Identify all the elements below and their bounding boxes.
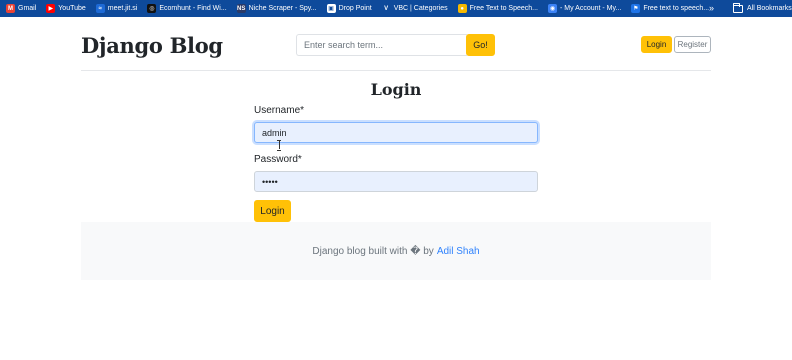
bookmark-item[interactable]: ▣ Drop Point [326, 4, 372, 13]
bookmark-list: M Gmail ▶ YouTube ≈ meet.jit.si ◎ Ecomhunt - Fi… [6, 4, 719, 13]
all-bookmarks-label: All Bookmarks [747, 5, 792, 12]
search-input[interactable] [296, 34, 467, 56]
ecomhunt-icon: ◎ [147, 4, 157, 13]
bookmark-label: - My Account - My... [560, 5, 622, 12]
bookmark-label: meet.jit.si [107, 5, 138, 12]
nav-register-button[interactable]: Register [674, 36, 711, 53]
login-submit-button[interactable]: Login [254, 200, 291, 222]
vbc-icon: V [381, 4, 391, 13]
bookmark-item[interactable]: ▶ YouTube [46, 4, 86, 13]
password-label: Password* [254, 154, 302, 165]
bookmark-item[interactable]: NS Niche Scraper - Spy... [236, 4, 317, 13]
account-icon: ◉ [548, 4, 557, 13]
author-link[interactable]: Adil Shah [437, 246, 480, 257]
bookmark-item[interactable]: ◎ Ecomhunt - Find Wi... [147, 4, 227, 13]
speech-icon: ⚑ [631, 4, 641, 13]
page-title: Login [370, 80, 422, 99]
bookmark-label: Drop Point [338, 5, 372, 12]
bookmark-label: Free Text to Speech... [469, 5, 538, 12]
site-footer: Django blog built with � by Adil Shah [81, 222, 711, 280]
bookmark-item[interactable]: ◉ - My Account - My... [548, 4, 621, 13]
niche-scraper-icon: NS [236, 4, 246, 13]
gmail-icon: M [6, 4, 15, 13]
bookmark-label: YouTube [58, 5, 86, 12]
password-field[interactable]: ••••• [254, 171, 538, 192]
header-divider [81, 70, 711, 71]
jitsi-icon: ≈ [95, 4, 105, 13]
bookmark-item[interactable]: ≈ meet.jit.si [95, 4, 138, 13]
bookmark-label: Gmail [18, 5, 37, 12]
folder-icon [733, 2, 743, 13]
youtube-icon: ▶ [46, 4, 56, 13]
bookmarks-bar: M Gmail ▶ YouTube ≈ meet.jit.si ◎ Ecomhunt - Fi… [0, 0, 792, 17]
bookmark-label: Ecomhunt - Find Wi... [159, 5, 227, 12]
all-bookmarks-button[interactable]: All Bookmarks [733, 0, 792, 17]
username-value: admin [262, 127, 287, 138]
username-field[interactable]: admin [254, 122, 538, 143]
tts-icon: ● [457, 4, 467, 13]
password-value: ••••• [262, 176, 278, 187]
drop-point-icon: ▣ [326, 4, 336, 13]
bookmark-label: VBC | Categories [393, 5, 448, 12]
bookmark-item[interactable]: ● Free Text to Speech... [457, 4, 538, 13]
bookmark-item[interactable]: V VBC | Categories [381, 4, 448, 13]
footer-text: Django blog built with � by [312, 245, 434, 257]
nav-login-button[interactable]: Login [641, 36, 672, 53]
bookmark-item[interactable]: ⚑ Free text to speech... [631, 4, 709, 13]
bookmark-item[interactable]: M Gmail [6, 4, 36, 13]
search-button[interactable]: Go! [466, 34, 495, 56]
bookmark-label: Free text to speech... [643, 5, 710, 12]
search-form: Go! [296, 34, 495, 56]
bookmark-label: Niche Scraper - Spy... [248, 5, 317, 12]
more-bookmarks-button[interactable]: » [709, 3, 714, 13]
site-brand[interactable]: Django Blog [81, 33, 223, 58]
username-label: Username* [254, 105, 305, 116]
